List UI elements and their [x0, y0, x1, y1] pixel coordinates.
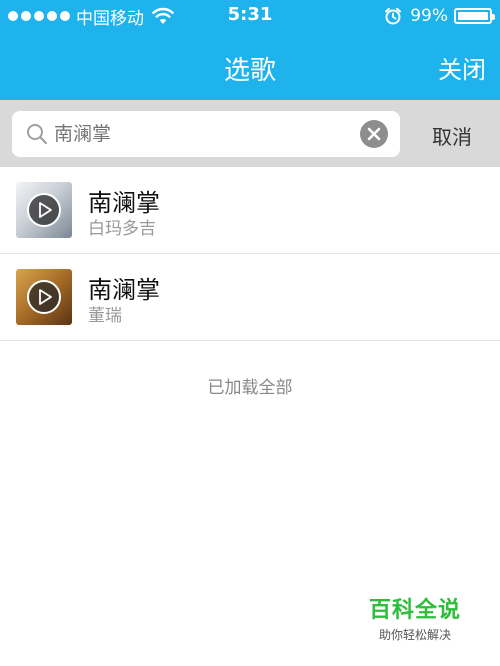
search-icon: [26, 123, 48, 145]
song-title: 南澜掌: [88, 276, 160, 304]
status-bar: 中国移动 5:31 99%: [0, 0, 500, 32]
top-bar: 中国移动 5:31 99% 选歌 关闭: [0, 0, 500, 100]
close-button[interactable]: 关闭: [438, 50, 486, 85]
search-input[interactable]: [54, 111, 354, 157]
cancel-button[interactable]: 取消: [432, 121, 472, 150]
loaded-all-text: 已加载全部: [207, 378, 293, 398]
nav-bar: 选歌 关闭: [0, 32, 500, 100]
search-box[interactable]: [12, 111, 400, 157]
watermark-title: 百科全说: [368, 598, 461, 623]
song-list: 南澜掌 白玛多吉 南澜掌 董瑞: [0, 167, 500, 341]
watermark-logo: 百科全说 助你轻松解决: [365, 592, 465, 643]
song-row[interactable]: 南澜掌 董瑞: [0, 254, 500, 341]
song-artist: 董瑞: [88, 306, 122, 326]
song-artist: 白玛多吉: [88, 219, 156, 239]
battery-percent: 99%: [410, 6, 448, 26]
alarm-icon: [384, 7, 402, 25]
play-icon[interactable]: [27, 280, 61, 314]
clear-icon[interactable]: [360, 120, 388, 148]
song-row[interactable]: 南澜掌 白玛多吉: [0, 167, 500, 254]
search-bar: 取消: [0, 100, 500, 167]
page-title: 选歌: [223, 56, 276, 86]
album-cover: [16, 182, 72, 238]
battery-icon: [454, 8, 495, 24]
battery-level: [458, 12, 488, 20]
watermark-subtitle: 助你轻松解决: [378, 628, 451, 642]
song-title: 南澜掌: [88, 189, 160, 217]
album-cover: [16, 269, 72, 325]
status-right: 99%: [384, 5, 495, 27]
play-icon[interactable]: [27, 193, 61, 227]
